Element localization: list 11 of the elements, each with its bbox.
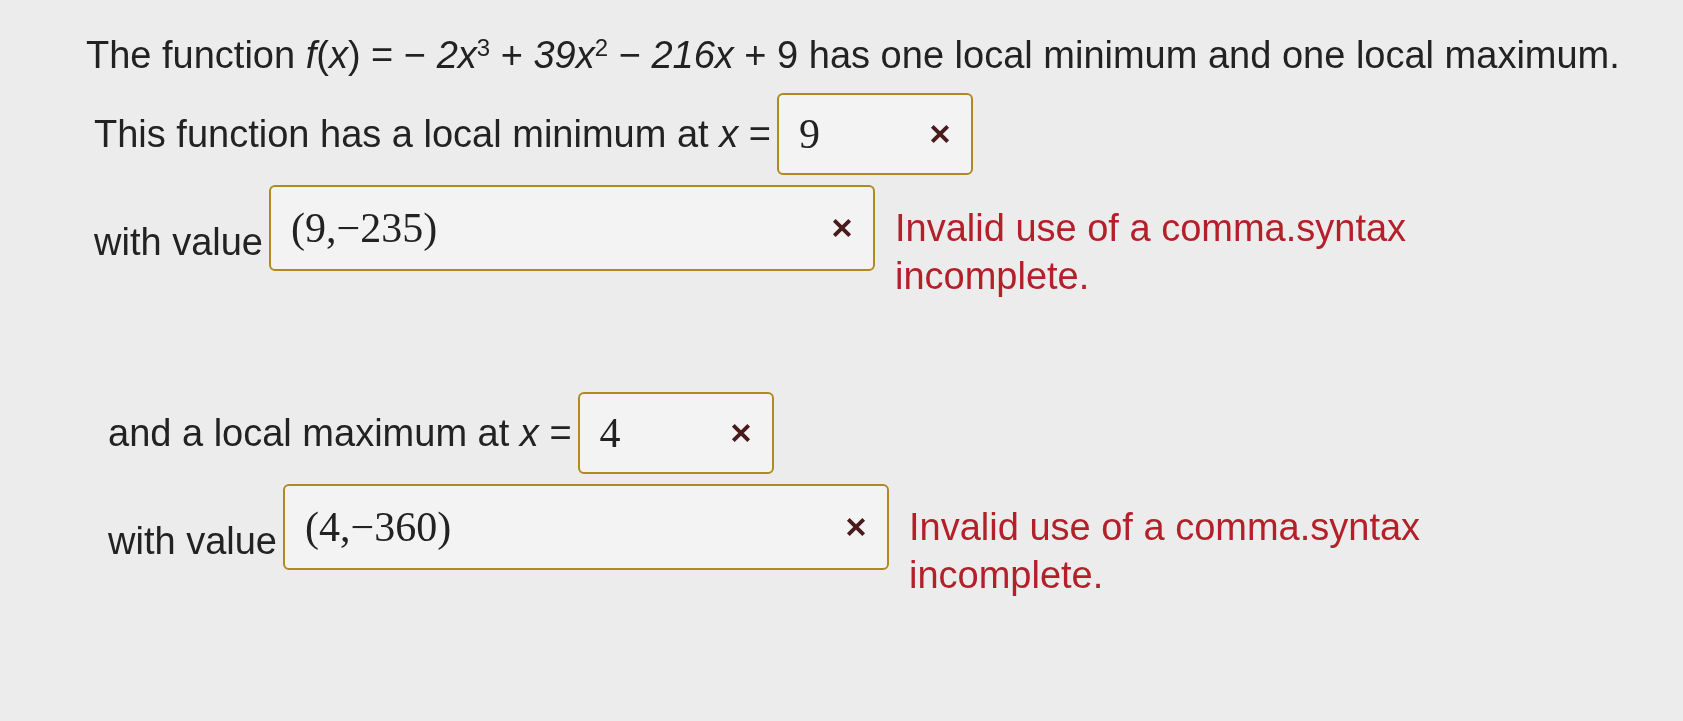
prompt-label: with value: [108, 519, 277, 564]
prompt-label: with value: [94, 220, 263, 265]
error-message: Invalid use of a comma.syntax incomplete.: [895, 206, 1408, 299]
answer-field[interactable]: (9,−235): [269, 185, 875, 271]
prompt-label: and a local maximum at x =: [108, 410, 572, 456]
prompt-label: This function has a local minimum at x =: [94, 111, 771, 157]
answer-field[interactable]: 4: [577, 392, 774, 474]
answer-field[interactable]: 9: [776, 93, 973, 175]
answer-field[interactable]: (4,−360): [283, 484, 889, 570]
question-text: The function f(x) = − 2x$^{3}$ + 39x$^{2}$ − 216x + 9 has one local minimum and one local maximum.: [86, 33, 1621, 78]
error-message: Invalid use of a comma.syntax incomplete.: [909, 505, 1422, 598]
